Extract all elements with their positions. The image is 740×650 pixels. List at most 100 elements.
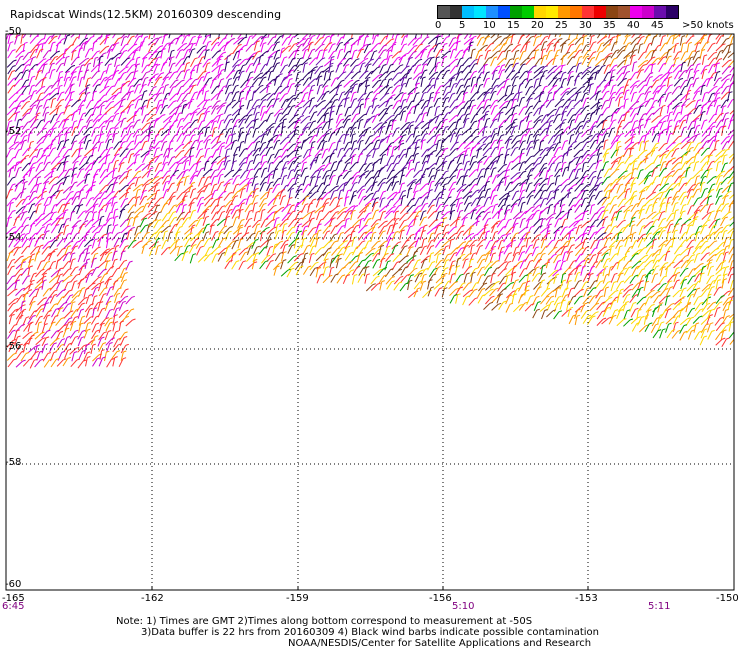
wind-barb xyxy=(630,92,635,102)
wind-barb-flag xyxy=(201,120,205,122)
wind-barb-flag xyxy=(404,106,408,108)
wind-barb-flag xyxy=(89,119,93,122)
wind-barb-flag xyxy=(352,154,357,156)
wind-barb-flag xyxy=(635,126,639,129)
wind-barb-flag xyxy=(686,136,690,139)
wind-barb xyxy=(671,86,678,95)
wind-barb-flag xyxy=(311,84,316,87)
wind-barb xyxy=(57,147,64,157)
wind-barb-flag xyxy=(277,155,282,158)
wind-barb-flag xyxy=(501,69,506,71)
wind-barb xyxy=(650,36,655,46)
wind-barb xyxy=(379,155,384,165)
wind-barb-flag xyxy=(370,169,374,172)
wind-barb-flag xyxy=(644,59,649,62)
wind-barb-flag xyxy=(736,107,739,108)
wind-barb-flag xyxy=(118,140,123,143)
wind-barb xyxy=(405,113,409,123)
wind-barb xyxy=(253,85,261,94)
wind-barb-flag xyxy=(718,77,722,80)
wind-barb xyxy=(517,92,520,102)
wind-barb-flag xyxy=(12,65,16,67)
wind-barb-flag xyxy=(288,74,293,76)
wind-barb-flag xyxy=(41,85,46,88)
wind-barb xyxy=(532,85,539,94)
wind-barb xyxy=(176,192,183,200)
wind-barb xyxy=(337,34,340,37)
wind-barb-flag xyxy=(423,91,427,94)
wind-barb-flag xyxy=(159,99,163,102)
wind-barb-flag xyxy=(320,148,324,151)
wind-barb-flag xyxy=(139,148,143,151)
wind-barb xyxy=(377,168,382,177)
wind-barb-flag xyxy=(703,103,707,106)
wind-barb-flag xyxy=(406,121,410,124)
wind-barb xyxy=(419,184,427,192)
wind-barb-flag xyxy=(644,149,648,152)
wind-barb-flag xyxy=(623,77,627,80)
wind-barb-flag xyxy=(284,92,288,95)
wind-barb xyxy=(616,50,623,59)
wind-barb-flag xyxy=(490,42,494,45)
wind-barb-flag xyxy=(318,153,322,156)
wind-barb-flag xyxy=(668,76,673,79)
wind-barb-flag xyxy=(390,141,395,144)
wind-barb-flag xyxy=(578,162,582,165)
wind-barb xyxy=(28,77,33,86)
wind-barb xyxy=(693,105,699,114)
wind-barb xyxy=(363,51,371,60)
wind-barb-flag xyxy=(460,84,464,87)
wind-barb-flag xyxy=(360,98,364,101)
wind-barb xyxy=(288,134,295,143)
wind-barb-flag xyxy=(502,176,506,179)
wind-barb xyxy=(708,64,713,74)
wind-barb xyxy=(126,126,131,136)
wind-barb-flag xyxy=(500,146,505,149)
wind-barb-flag xyxy=(520,82,524,85)
wind-barb xyxy=(554,107,560,116)
wind-barb-flag xyxy=(240,37,244,40)
wind-barb xyxy=(231,85,237,95)
wind-barb-flag xyxy=(445,176,449,179)
wind-barb xyxy=(615,106,622,115)
wind-barb-flag xyxy=(171,49,175,52)
wind-barb-flag xyxy=(47,161,51,164)
wind-barb-flag xyxy=(529,105,534,108)
wind-barb-flag xyxy=(42,29,45,30)
wind-barb xyxy=(715,162,719,172)
wind-barb-flag xyxy=(311,97,315,100)
wind-barb-flag xyxy=(460,57,464,60)
wind-barb xyxy=(279,137,287,145)
wind-barb-flag xyxy=(103,52,107,55)
wind-barb-flag xyxy=(184,32,187,33)
wind-barb-flag xyxy=(12,183,16,186)
wind-barb-flag xyxy=(317,176,322,179)
wind-barb-flag xyxy=(43,77,47,79)
wind-barb-flag xyxy=(298,155,302,158)
wind-barb xyxy=(335,161,340,171)
wind-barb-flag xyxy=(381,166,385,169)
wind-barb-flag xyxy=(559,70,563,73)
wind-barb xyxy=(518,97,523,107)
wind-barb-flag xyxy=(279,73,283,76)
wind-barb-flag xyxy=(587,112,591,115)
wind-barb xyxy=(161,99,165,109)
wind-barb-flag xyxy=(539,114,544,117)
wind-barb-flag xyxy=(172,62,176,65)
wind-barb-flag xyxy=(557,113,561,116)
wind-barb xyxy=(623,36,628,45)
wind-barb-flag xyxy=(355,161,359,164)
wind-barb-flag xyxy=(354,147,358,150)
wind-barb-flag xyxy=(48,49,52,52)
wind-barb-flag xyxy=(460,78,464,81)
wind-barb-flag xyxy=(34,28,37,29)
wind-barb-flag xyxy=(117,64,121,67)
wind-barb-flag xyxy=(62,30,65,31)
wind-barb-flag xyxy=(205,90,210,93)
wind-barb xyxy=(490,147,496,156)
wind-barb-flag xyxy=(417,64,422,67)
wind-barb-flag xyxy=(326,132,330,135)
wind-barb-flag xyxy=(255,183,259,186)
wind-barb xyxy=(729,109,734,115)
wind-barb-flag xyxy=(643,51,647,54)
